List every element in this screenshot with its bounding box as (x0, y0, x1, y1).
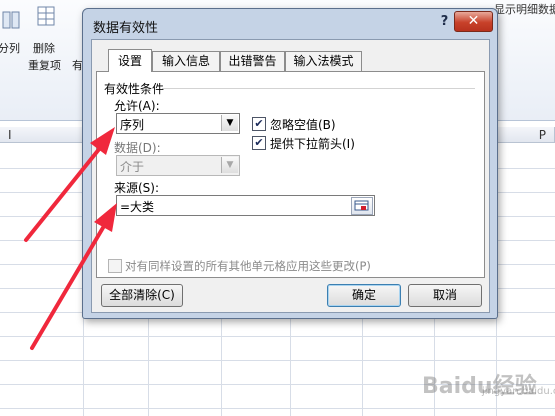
in-cell-dropdown-label[interactable]: 提供下拉箭头(I) (270, 135, 355, 152)
ribbon-outline-group: 显示明细数据 (492, 0, 555, 40)
ribbon-remove-label[interactable]: 删除 (33, 40, 55, 56)
ignore-blank-label[interactable]: 忽略空值(B) (270, 116, 336, 133)
text-to-columns-icon[interactable] (2, 10, 20, 32)
apply-all-checkbox (108, 259, 122, 273)
source-input[interactable]: =大类 (116, 195, 375, 216)
source-label: 来源(S): (114, 181, 160, 195)
tab-error-alert[interactable]: 出错警告 (220, 51, 285, 71)
collapse-dialog-button[interactable] (351, 197, 373, 215)
ribbon-duplicates-label[interactable]: 重复项 (28, 57, 61, 73)
chevron-down-icon: ▼ (221, 157, 238, 173)
allow-label: 允许(A): (114, 99, 160, 113)
apply-all-label: 对有同样设置的所有其他单元格应用这些更改(P) (125, 259, 371, 273)
ribbon-show-detail-label[interactable]: 显示明细数据 (494, 1, 555, 17)
source-input-value: =大类 (120, 200, 155, 214)
ok-button[interactable]: 确定 (327, 284, 401, 307)
tab-input-message[interactable]: 输入信息 (152, 51, 220, 71)
data-select: 介于 ▼ (116, 155, 240, 176)
allow-select[interactable]: 序列 ▼ (116, 113, 240, 134)
dialog-body: 设置 输入信息 出错警告 输入法模式 有效性条件 允许(A): 序列 ▼ ✔ 忽… (91, 39, 490, 313)
tab-ime-mode[interactable]: 输入法模式 (285, 51, 362, 71)
clear-all-button[interactable]: 全部清除(C) (101, 284, 183, 307)
column-header-p[interactable]: P (496, 127, 555, 143)
group-divider (162, 88, 475, 89)
validation-criteria-heading: 有效性条件 (104, 82, 165, 96)
chevron-down-icon[interactable]: ▼ (221, 115, 238, 131)
dialog-title: 数据有效性 (93, 21, 159, 36)
range-selector-icon (354, 200, 369, 211)
data-label: 数据(D): (114, 141, 161, 155)
in-cell-dropdown-checkbox[interactable]: ✔ (252, 136, 266, 150)
close-icon: ✕ (467, 13, 480, 29)
help-button[interactable]: ? (436, 13, 453, 30)
close-button[interactable]: ✕ (454, 11, 493, 32)
tab-settings[interactable]: 设置 (108, 49, 152, 72)
data-select-value: 介于 (120, 160, 145, 174)
column-header-i[interactable]: I (0, 127, 83, 143)
dialog-titlebar[interactable]: 数据有效性 ? ✕ (83, 9, 497, 39)
data-validation-dialog: 数据有效性 ? ✕ 设置 输入信息 出错警告 输入法模式 有效性条件 允许(A)… (82, 8, 498, 319)
ribbon-text-to-columns-label[interactable]: 分列 (0, 40, 20, 56)
remove-duplicates-icon[interactable] (37, 6, 55, 28)
allow-select-value: 序列 (120, 118, 145, 132)
ignore-blank-checkbox[interactable]: ✔ (252, 117, 266, 131)
cancel-button[interactable]: 取消 (408, 284, 482, 307)
baidu-watermark-url: jingyan.baidu.com (482, 386, 555, 397)
